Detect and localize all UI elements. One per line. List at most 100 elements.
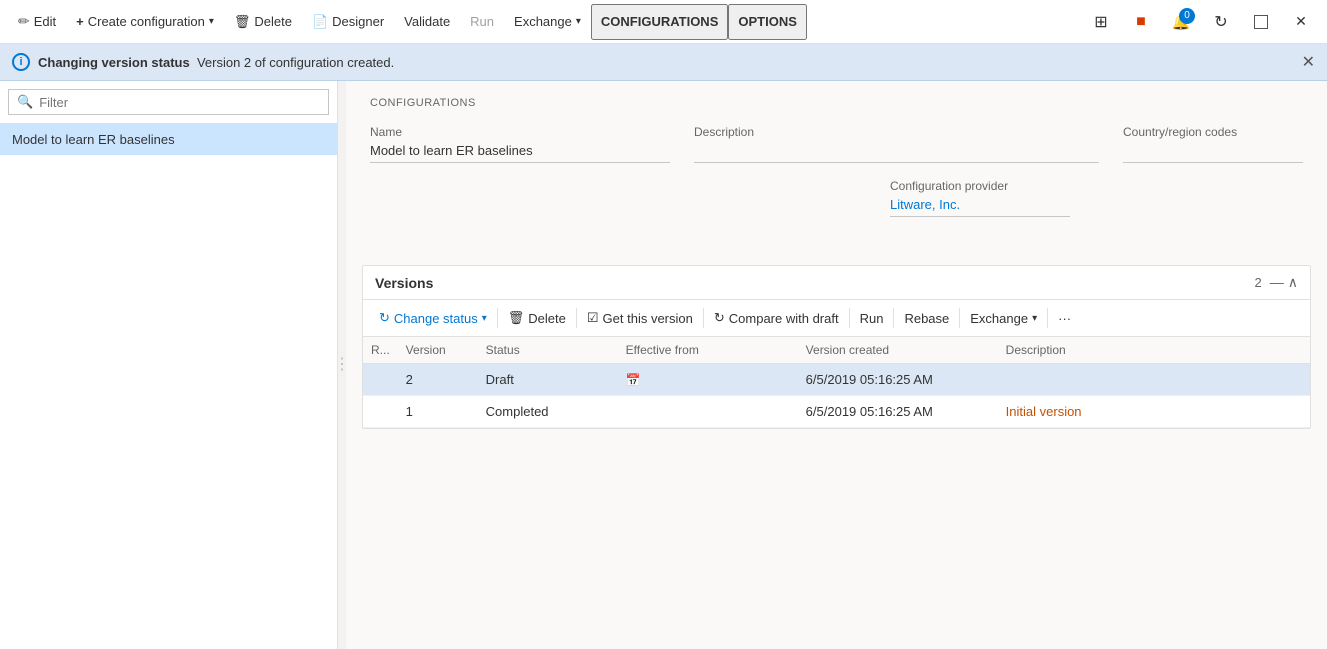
toolbar-sep-6 xyxy=(959,308,960,328)
change-status-icon: ↻ xyxy=(379,310,390,326)
info-icon: i xyxy=(12,53,30,71)
versions-collapse-icon[interactable]: ∧ xyxy=(1288,274,1298,291)
versions-panel: Versions 2 — ∧ ↻ Change status ▾ 🗑 Delet… xyxy=(362,265,1311,429)
col-header-effective: Effective from xyxy=(618,337,798,364)
row2-description: Initial version xyxy=(998,396,1310,428)
get-version-button[interactable]: ☑ Get this version xyxy=(579,306,701,330)
filter-input-wrap: 🔍 xyxy=(8,89,329,115)
designer-button[interactable]: 📄 Designer xyxy=(302,0,394,44)
maximize-button[interactable] xyxy=(1243,4,1279,40)
get-version-icon: ☑ xyxy=(587,310,599,326)
grid-icon-button[interactable]: ⊞ xyxy=(1083,4,1119,40)
row1-created: 6/5/2019 05:16:25 AM xyxy=(798,364,998,396)
name-label: Name xyxy=(370,125,670,139)
validate-button[interactable]: Validate xyxy=(394,0,460,44)
delete-button[interactable]: 🗑 Delete xyxy=(224,0,302,44)
rebase-button[interactable]: Rebase xyxy=(896,307,957,330)
toolbar-sep-4 xyxy=(849,308,850,328)
office-icon-button[interactable]: ■ xyxy=(1123,4,1159,40)
delete-icon: 🗑 xyxy=(234,14,251,30)
config-provider-field: Configuration provider Litware, Inc. xyxy=(890,179,1070,217)
versions-toolbar: ↻ Change status ▾ 🗑 Delete ☑ Get this ve… xyxy=(363,300,1310,337)
main-layout: 🔍 Model to learn ER baselines ⋮ CONFIGUR… xyxy=(0,81,1327,649)
row1-effective: 📅 xyxy=(618,364,798,396)
edit-button[interactable]: ✏ Edit xyxy=(8,0,66,44)
content-area: CONFIGURATIONS Name Model to learn ER ba… xyxy=(346,81,1327,649)
country-value xyxy=(1123,143,1303,163)
table-row[interactable]: 2 Draft 📅 6/5/2019 05:16:25 AM xyxy=(363,364,1310,396)
country-region-field: Country/region codes xyxy=(1123,125,1303,163)
table-header-row: R... Version Status Effective from Versi xyxy=(363,337,1310,364)
versions-dash-icon[interactable]: — xyxy=(1270,274,1284,291)
toolbar-sep-2 xyxy=(576,308,577,328)
filter-input[interactable] xyxy=(39,95,320,110)
row2-version: 1 xyxy=(398,396,478,428)
row2-r xyxy=(363,396,398,428)
versions-table: R... Version Status Effective from Versi xyxy=(363,337,1310,428)
close-icon: ✕ xyxy=(1295,13,1307,30)
change-status-dropdown-icon: ▾ xyxy=(482,313,487,324)
filter-search-icon: 🔍 xyxy=(17,94,33,110)
notification-badge: 0 xyxy=(1179,8,1195,24)
exchange-dropdown-icon: ▾ xyxy=(576,16,581,27)
toolbar-sep-7 xyxy=(1047,308,1048,328)
description-label: Description xyxy=(694,125,1099,139)
versions-exchange-dropdown-icon: ▾ xyxy=(1032,313,1037,324)
configurations-nav-button[interactable]: CONFIGURATIONS xyxy=(591,4,728,40)
info-banner: i Changing version status Version 2 of c… xyxy=(0,44,1327,81)
create-configuration-button[interactable]: + Create configuration ▾ xyxy=(66,0,224,44)
description-field: Description xyxy=(694,125,1099,163)
versions-delete-icon: 🗑 xyxy=(508,310,525,326)
sidebar: 🔍 Model to learn ER baselines xyxy=(0,81,338,649)
designer-icon: 📄 xyxy=(312,14,328,30)
row2-created: 6/5/2019 05:16:25 AM xyxy=(798,396,998,428)
description-value xyxy=(694,143,1099,163)
row2-effective xyxy=(618,396,798,428)
name-value: Model to learn ER baselines xyxy=(370,143,670,163)
versions-header: Versions 2 — ∧ xyxy=(363,266,1310,300)
row1-version: 2 xyxy=(398,364,478,396)
toolbar-sep-1 xyxy=(497,308,498,328)
row1-status: Draft xyxy=(478,364,618,396)
versions-run-button[interactable]: Run xyxy=(852,307,892,330)
country-label: Country/region codes xyxy=(1123,125,1303,139)
versions-collapse-controls: — ∧ xyxy=(1270,274,1298,291)
resize-handle[interactable]: ⋮ xyxy=(338,81,346,649)
exchange-button[interactable]: Exchange ▾ xyxy=(504,0,591,44)
row1-description xyxy=(998,364,1310,396)
notifications-button[interactable]: 🔔 0 xyxy=(1163,4,1199,40)
form-row-1: Name Model to learn ER baselines Descrip… xyxy=(370,125,1303,163)
versions-delete-button[interactable]: 🗑 Delete xyxy=(500,306,574,330)
config-provider-value[interactable]: Litware, Inc. xyxy=(890,197,1070,217)
name-field: Name Model to learn ER baselines xyxy=(370,125,670,163)
versions-title: Versions xyxy=(375,275,433,291)
change-status-button[interactable]: ↻ Change status ▾ xyxy=(371,306,495,330)
section-label: CONFIGURATIONS xyxy=(370,97,1303,109)
edit-icon: ✏ xyxy=(18,13,30,30)
versions-exchange-button[interactable]: Exchange ▾ xyxy=(962,307,1045,330)
top-navigation: ✏ Edit + Create configuration ▾ 🗑 Delete… xyxy=(0,0,1327,44)
col-header-description: Description xyxy=(998,337,1310,364)
col-header-status: Status xyxy=(478,337,618,364)
sidebar-item-model-er[interactable]: Model to learn ER baselines xyxy=(0,124,337,155)
compare-icon: ↻ xyxy=(714,310,725,326)
banner-close-button[interactable]: ✕ xyxy=(1302,52,1315,72)
compare-draft-button[interactable]: ↻ Compare with draft xyxy=(706,306,847,330)
options-nav-button[interactable]: OPTIONS xyxy=(728,4,807,40)
sidebar-filter-area: 🔍 xyxy=(0,81,337,124)
col-header-created: Version created xyxy=(798,337,998,364)
run-button[interactable]: Run xyxy=(460,0,504,44)
close-window-button[interactable]: ✕ xyxy=(1283,4,1319,40)
toolbar-sep-3 xyxy=(703,308,704,328)
calendar-icon[interactable]: 📅 xyxy=(626,373,641,387)
refresh-button[interactable]: ↻ xyxy=(1203,4,1239,40)
refresh-icon: ↻ xyxy=(1214,12,1227,32)
content-inner: CONFIGURATIONS Name Model to learn ER ba… xyxy=(346,81,1327,249)
col-header-r: R... xyxy=(363,337,398,364)
more-options-button[interactable]: ··· xyxy=(1050,307,1079,330)
table-row[interactable]: 1 Completed 6/5/2019 05:16:25 AM Initial… xyxy=(363,396,1310,428)
toolbar-sep-5 xyxy=(893,308,894,328)
nav-right-icons: ⊞ ■ 🔔 0 ↻ ✕ xyxy=(1083,4,1319,40)
form-row-2: Configuration provider Litware, Inc. xyxy=(370,179,1303,217)
col-header-version: Version xyxy=(398,337,478,364)
